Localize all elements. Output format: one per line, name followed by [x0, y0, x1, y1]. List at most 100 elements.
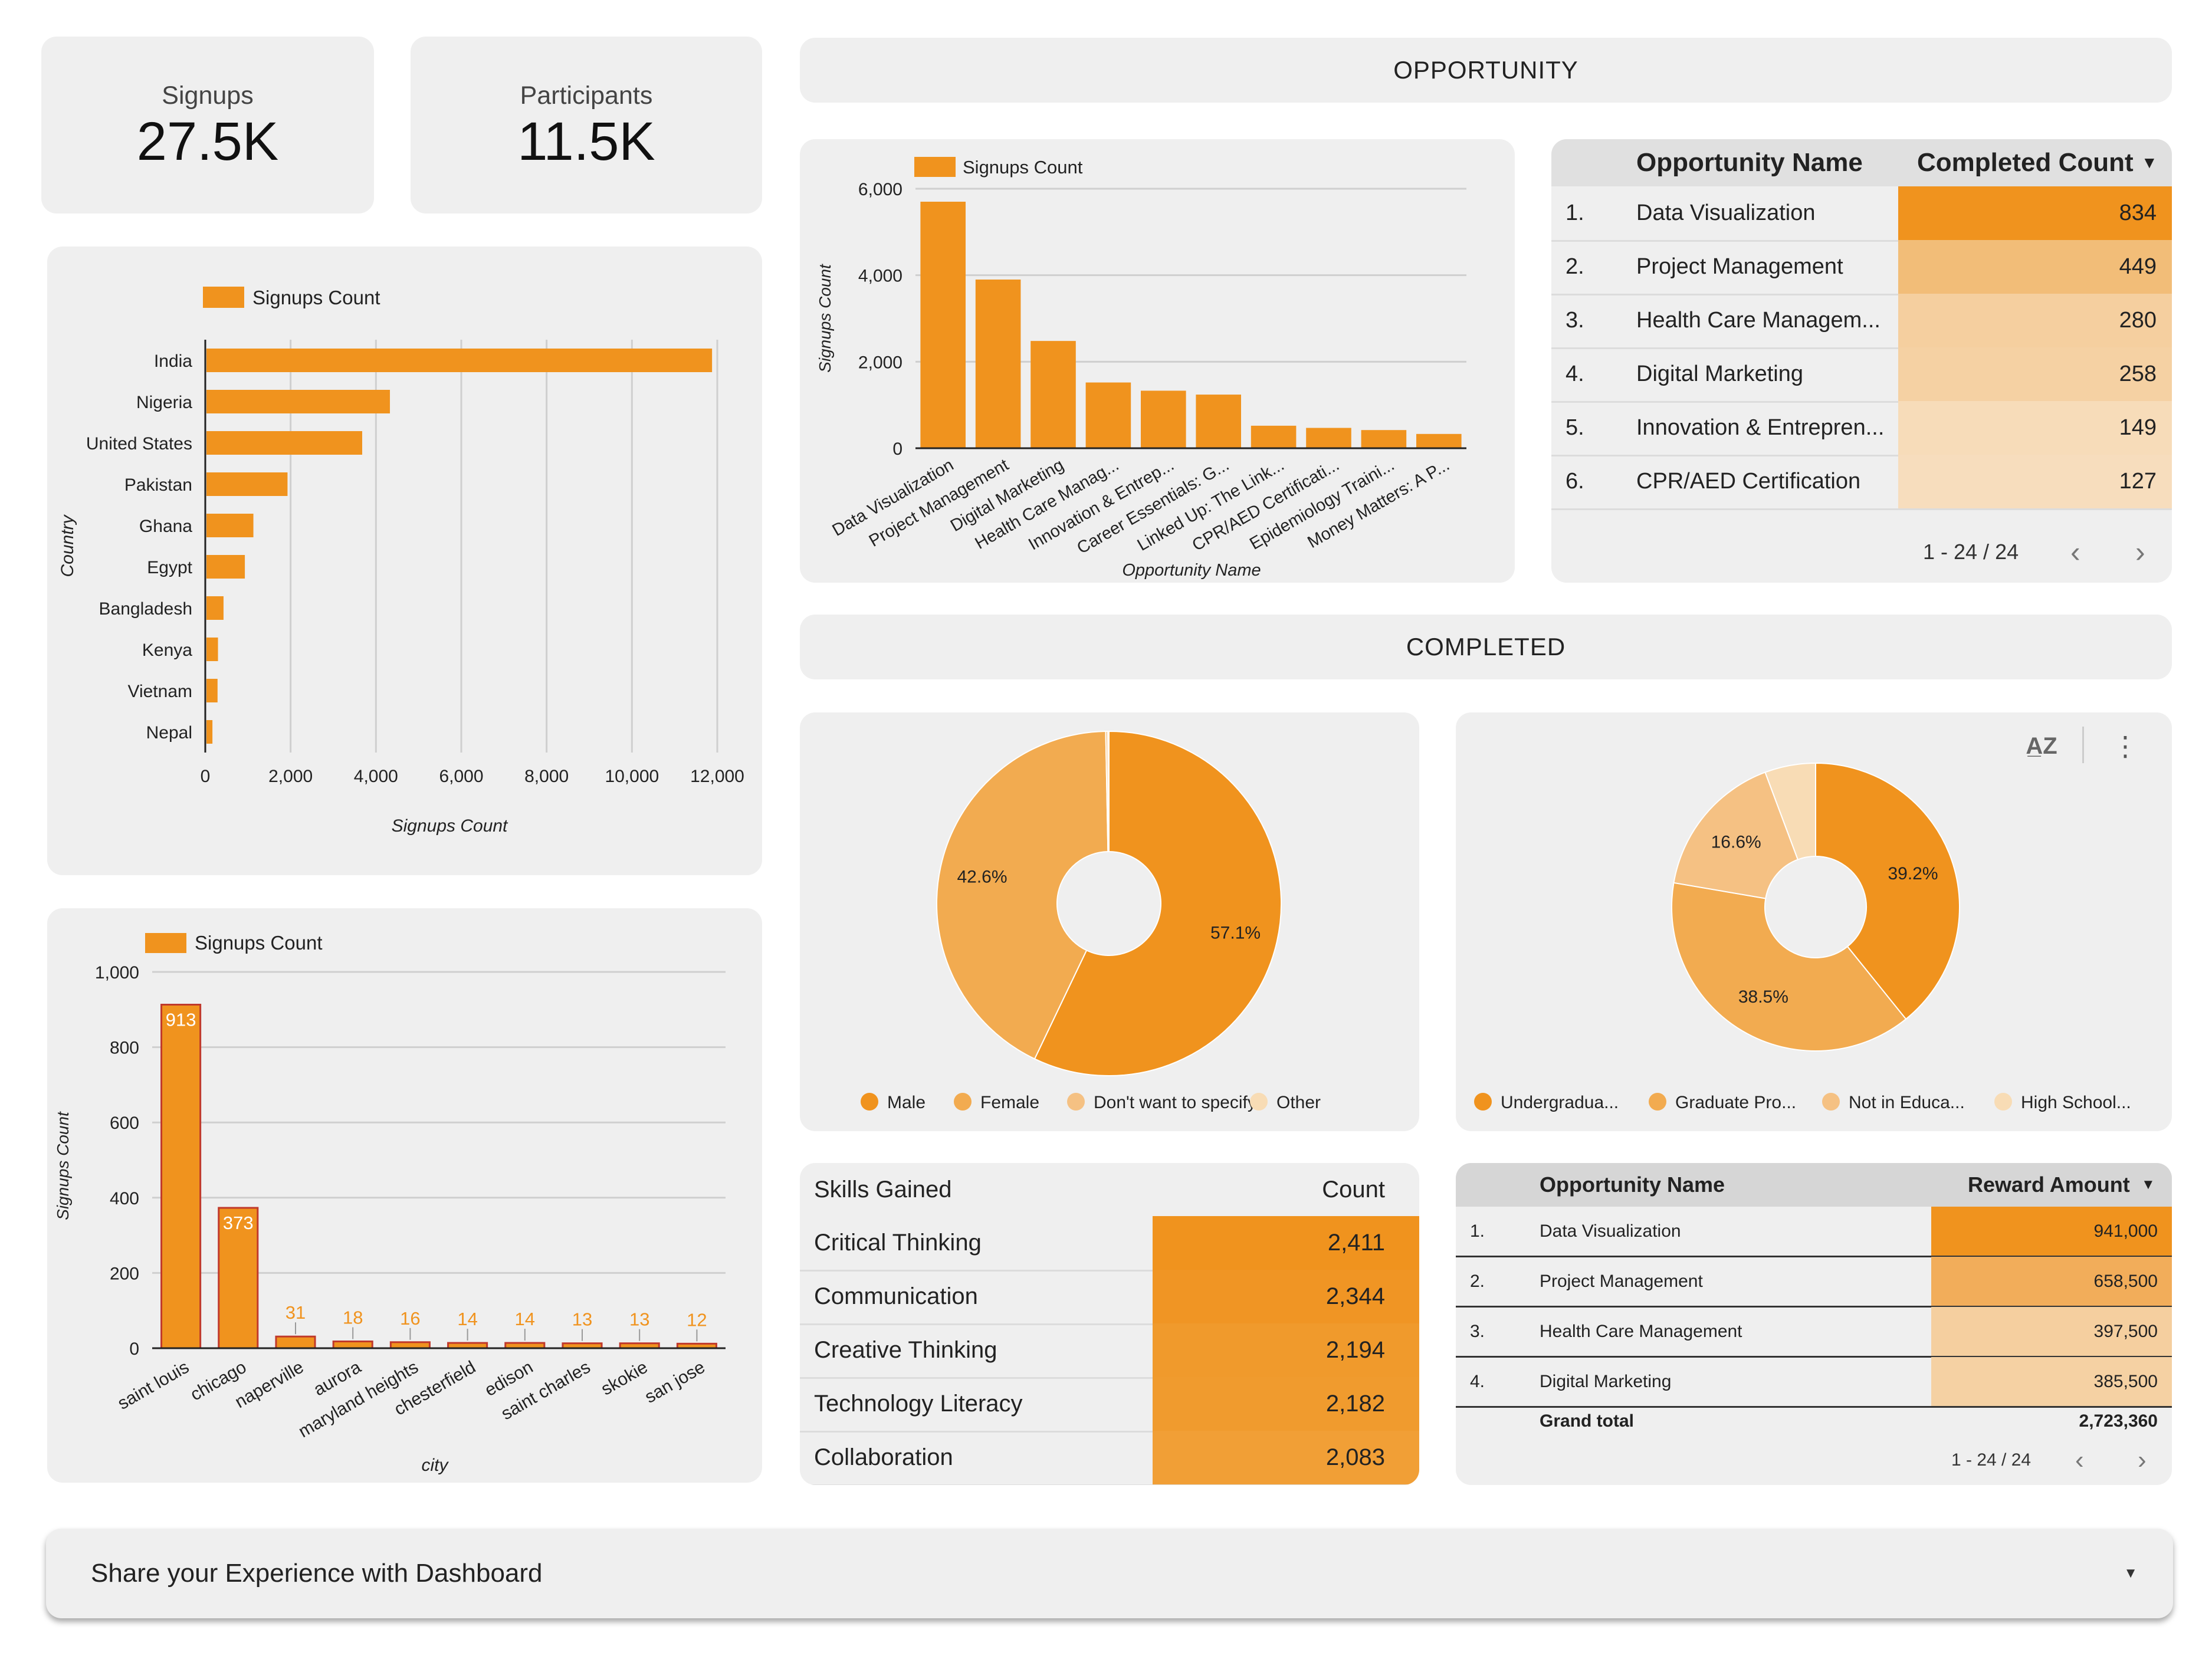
toolbar-divider [2082, 727, 2084, 763]
y-tick-label: 0 [892, 439, 902, 459]
bar[interactable] [332, 1341, 373, 1349]
bar[interactable] [206, 349, 713, 372]
reward-header-name[interactable]: Opportunity Name [1540, 1163, 1725, 1207]
bar[interactable] [275, 1335, 316, 1349]
table-row[interactable]: 6. CPR/AED Certification 127 [1551, 455, 2172, 510]
bar[interactable] [920, 202, 966, 448]
y-tick-label: Nigeria [136, 393, 192, 412]
share-experience-dropdown[interactable]: Share your Experience with Dashboard ▼ [46, 1529, 2173, 1618]
table-row[interactable]: 3. Health Care Management 397,500 [1456, 1307, 2172, 1358]
table-row[interactable]: 4. Digital Marketing 385,500 [1456, 1357, 2172, 1408]
skill-count: 2,411 [1327, 1230, 1385, 1256]
completed-header-name[interactable]: Opportunity Name [1636, 139, 1863, 186]
x-tick-label: 2,000 [268, 767, 313, 786]
bar[interactable] [206, 720, 213, 744]
legend-label[interactable]: Other [1276, 1093, 1321, 1112]
bar[interactable] [160, 1004, 202, 1349]
table-row[interactable]: 4. Digital Marketing 258 [1551, 347, 2172, 403]
row-name: Project Management [1636, 254, 1843, 279]
bar[interactable] [1361, 430, 1407, 448]
chevron-left-icon[interactable]: ‹ [2075, 1444, 2084, 1477]
bar[interactable] [206, 514, 254, 537]
kpi-participants-label: Participants [520, 81, 653, 110]
bar[interactable] [1196, 395, 1241, 448]
table-row[interactable]: Technology Literacy 2,182 [800, 1377, 1419, 1433]
legend-swatch [145, 933, 186, 953]
slice-label: 57.1% [1210, 924, 1261, 943]
bar[interactable] [206, 638, 218, 661]
legend-label[interactable]: Female [980, 1093, 1039, 1112]
table-row[interactable]: 2. Project Management 449 [1551, 240, 2172, 295]
row-rank: 4. [1470, 1371, 1485, 1391]
kpi-signups-label: Signups [162, 81, 254, 110]
slice-label: 38.5% [1738, 987, 1788, 1007]
bar[interactable] [389, 1341, 431, 1349]
x-tick-label: 0 [201, 767, 211, 786]
table-row[interactable]: Creative Thinking 2,194 [800, 1323, 1419, 1379]
sort-az-icon[interactable]: A̲Z [2021, 725, 2062, 767]
y-tick-label: Kenya [142, 640, 192, 660]
row-count: 280 [2119, 308, 2157, 333]
reward-header-amount[interactable]: Reward Amount [1968, 1163, 2130, 1207]
table-row[interactable]: 2. Project Management 658,500 [1456, 1257, 2172, 1308]
bar[interactable] [206, 596, 224, 620]
bar[interactable] [206, 472, 288, 496]
dropdown-caret-icon[interactable]: ▼ [2124, 1529, 2138, 1618]
legend-label[interactable]: Male [887, 1093, 926, 1112]
table-row[interactable]: 5. Innovation & Entrepren... 149 [1551, 401, 2172, 456]
table-row[interactable]: 3. Health Care Managem... 280 [1551, 294, 2172, 349]
row-name: Health Care Management [1540, 1321, 1742, 1341]
skills-header-skill[interactable]: Skills Gained [814, 1163, 951, 1216]
y-tick-label: 1,000 [95, 963, 139, 983]
reward-table-header: Opportunity Name Reward Amount ▼ [1456, 1163, 2172, 1207]
table-row[interactable]: Critical Thinking 2,411 [800, 1216, 1419, 1272]
row-name: Digital Marketing [1636, 362, 1803, 386]
chevron-right-icon[interactable]: › [2138, 1444, 2147, 1477]
chevron-right-icon[interactable]: › [2135, 534, 2145, 570]
table-row[interactable]: 1. Data Visualization 834 [1551, 186, 2172, 242]
table-row[interactable]: Communication 2,344 [800, 1270, 1419, 1325]
row-count: 449 [2119, 254, 2157, 279]
legend-label[interactable]: Not in Educa... [1849, 1093, 1965, 1112]
data-label: 16 [400, 1308, 420, 1329]
sort-desc-icon[interactable]: ▼ [2141, 1163, 2155, 1207]
bar[interactable] [206, 555, 245, 579]
skills-header-count[interactable]: Count [1322, 1163, 1385, 1216]
sort-desc-icon[interactable]: ▼ [2141, 139, 2158, 186]
legend-label[interactable]: Graduate Pro... [1675, 1093, 1796, 1112]
row-name: Data Visualization [1540, 1221, 1681, 1241]
data-label: 13 [629, 1309, 649, 1330]
bar[interactable] [1085, 382, 1131, 448]
chevron-left-icon[interactable]: ‹ [2070, 534, 2080, 570]
bar[interactable] [1141, 390, 1186, 448]
bar[interactable] [206, 679, 218, 702]
legend-label[interactable]: Don't want to specify [1094, 1093, 1256, 1112]
y-tick-label: 2,000 [858, 353, 902, 372]
bar[interactable] [206, 390, 390, 413]
bar[interactable] [1306, 428, 1351, 448]
y-tick-label: 600 [110, 1113, 139, 1133]
bar[interactable] [975, 280, 1021, 448]
completed-header-count[interactable]: Completed Count [1917, 139, 2134, 186]
bar[interactable] [1030, 341, 1076, 448]
row-name: Digital Marketing [1540, 1371, 1672, 1391]
pie-slice[interactable] [1107, 730, 1110, 853]
table-row[interactable]: 1. Data Visualization 941,000 [1456, 1207, 2172, 1257]
more-vert-icon[interactable]: ⋮ [2111, 725, 2140, 767]
legend-label[interactable]: Undergradua... [1501, 1093, 1619, 1112]
completed-table-body: 1. Data Visualization 834 2. Project Managem… [1551, 186, 2172, 517]
y-tick-label: Nepal [146, 723, 192, 743]
bar[interactable] [1251, 425, 1297, 448]
table-row[interactable]: Collaboration 2,083 [800, 1431, 1419, 1485]
x-tick-label: 4,000 [354, 767, 398, 786]
bar[interactable] [1416, 433, 1462, 448]
legend-dot [1822, 1093, 1840, 1111]
row-rank: 3. [1566, 308, 1584, 333]
y-tick-label: United States [86, 434, 192, 454]
legend-label[interactable]: High School... [2021, 1093, 2131, 1112]
bar[interactable] [206, 431, 363, 455]
completed-table-header: Opportunity Name Completed Count ▼ [1551, 139, 2172, 186]
row-rank: 1. [1470, 1221, 1485, 1241]
legend-dot [1474, 1093, 1492, 1111]
y-tick-label: Vietnam [127, 682, 192, 701]
